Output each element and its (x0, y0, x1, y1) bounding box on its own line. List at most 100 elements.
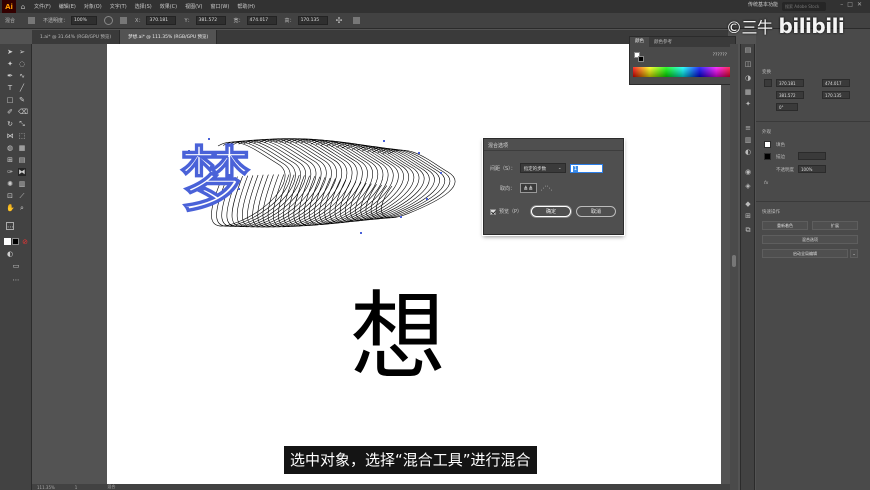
transparency-panel-icon[interactable]: ◐ (744, 148, 752, 156)
none-swatch-icon[interactable]: ⊘ (21, 238, 29, 246)
eraser-tool-icon[interactable]: ⌫ (18, 108, 28, 116)
tab-color-guide[interactable]: 颜色参考 (649, 39, 677, 45)
line-tool-icon[interactable]: ╱ (18, 84, 26, 92)
menu-edit[interactable]: 编辑(E) (55, 3, 80, 10)
artboards-panel-icon[interactable]: ⊞ (744, 212, 752, 220)
color-panel-icon[interactable]: ◑ (744, 74, 752, 82)
more-tools-icon[interactable]: ⋯ (12, 276, 20, 284)
align-to-page-icon[interactable]: ⋔⋔ (520, 183, 538, 193)
perspective-grid-tool-icon[interactable]: ▦ (18, 144, 26, 152)
blend-start-glyph[interactable]: 梦 (179, 137, 250, 221)
graphic-styles-panel-icon[interactable]: ◈ (744, 182, 752, 190)
blend-artwork[interactable]: 梦 (178, 128, 458, 240)
pencil-tool-icon[interactable]: ✎ (18, 96, 26, 104)
stroke-color-swatch[interactable] (638, 56, 644, 62)
selection-tool-icon[interactable]: ➤ (6, 48, 14, 56)
stroke-swatch[interactable] (12, 238, 19, 245)
menu-view[interactable]: 视图(V) (181, 3, 206, 10)
menu-effect[interactable]: 效果(C) (156, 3, 181, 10)
blend-options-button[interactable]: 混合选项 (762, 235, 858, 244)
align-icon[interactable] (120, 17, 128, 24)
gradient-tool-icon[interactable]: ▤ (18, 156, 26, 164)
style-icon[interactable] (104, 16, 114, 25)
hex-value[interactable]: ?????? (713, 53, 727, 58)
arrange-icon[interactable] (353, 17, 361, 24)
zoom-level[interactable]: 111.35% (37, 485, 55, 490)
steps-input[interactable]: 1 (569, 163, 603, 173)
scrollbar-thumb[interactable] (732, 255, 736, 267)
menu-window[interactable]: 窗口(W) (206, 3, 233, 10)
home-icon[interactable]: ⌂ (16, 0, 30, 13)
blend-tool-icon[interactable]: ⧓ (18, 168, 26, 176)
stock-search-input[interactable]: 搜索 Adobe Stock (782, 2, 826, 11)
prop-w-field[interactable]: 474.017 (822, 79, 850, 87)
workspace-switcher[interactable]: 传统基本功能 (748, 1, 778, 8)
window-controls[interactable]: –□✕ (840, 1, 866, 8)
artboard[interactable] (107, 44, 721, 484)
artboard-tool-icon[interactable]: ⊡ (6, 192, 14, 200)
color-spectrum[interactable] (633, 67, 733, 77)
width-tool-icon[interactable]: ⋈ (6, 132, 14, 140)
screen-mode-icon[interactable]: ▭ (12, 262, 20, 270)
prop-y-field[interactable]: 381.572 (776, 91, 804, 99)
properties-panel-icon[interactable]: ▤ (744, 46, 752, 54)
free-transform-tool-icon[interactable]: ⬚ (18, 132, 26, 140)
slice-tool-icon[interactable]: ⟋ (18, 192, 26, 200)
menu-help[interactable]: 帮助(H) (233, 3, 259, 10)
global-edit-button[interactable]: 启动全局编辑 (762, 249, 848, 258)
tab-color[interactable]: 颜色 (630, 37, 649, 47)
hand-tool-icon[interactable]: ✋ (6, 204, 15, 212)
direct-selection-tool-icon[interactable]: ➢ (18, 48, 26, 56)
chevron-down-icon[interactable]: ⌄ (850, 249, 858, 258)
canvas-glyph-xiang[interactable]: 想 (350, 282, 446, 392)
align-to-path-icon[interactable]: ⋰⋱ (539, 183, 554, 193)
swatches-panel-icon[interactable]: ▦ (744, 88, 752, 96)
type-tool-icon[interactable]: T (6, 84, 14, 92)
symbol-sprayer-tool-icon[interactable]: ✺ (6, 180, 14, 188)
mesh-tool-icon[interactable]: ⊞ (6, 156, 14, 164)
tab-document-mengxiang[interactable]: 梦想.ai* @ 111.35% (RGB/GPU 预览) (120, 30, 218, 44)
menu-file[interactable]: 文件(F) (30, 3, 55, 10)
magic-wand-tool-icon[interactable]: ✦ (6, 60, 14, 68)
preview-checkbox[interactable] (490, 208, 496, 215)
vertical-scrollbar[interactable] (730, 44, 738, 490)
spacing-select[interactable]: 指定的步数 ⌄ (519, 163, 566, 173)
prop-h-field[interactable]: 170.135 (822, 91, 850, 99)
prop-angle-field[interactable]: 0° (776, 103, 798, 111)
eyedropper-tool-icon[interactable]: ✑ (6, 168, 14, 176)
h-field[interactable]: 170.135 (297, 16, 328, 25)
rotate-tool-icon[interactable]: ↻ (6, 120, 14, 128)
transform-icon[interactable]: ✣ (336, 16, 343, 25)
column-graph-tool-icon[interactable]: ▥ (18, 180, 26, 188)
artboard-number[interactable]: 1 (75, 485, 78, 490)
scale-tool-icon[interactable]: ⤡ (18, 120, 26, 128)
paintbrush-tool-icon[interactable]: ✐ (6, 108, 14, 116)
menu-object[interactable]: 对象(O) (80, 3, 106, 10)
ok-button[interactable]: 确定 (531, 206, 571, 217)
layers-panel-icon[interactable]: ◆ (744, 200, 752, 208)
fill-swatch[interactable] (4, 238, 11, 245)
libraries-panel-icon[interactable]: ◫ (744, 60, 752, 68)
gradient-panel-icon[interactable]: ▥ (744, 136, 752, 144)
stroke-weight-field[interactable] (798, 152, 826, 160)
opacity-field[interactable]: 100% (71, 16, 98, 25)
edit-toolbar-icon[interactable]: ⋯ (6, 222, 14, 231)
reference-point-icon[interactable] (764, 79, 772, 87)
appearance-panel-icon[interactable]: ◉ (744, 168, 752, 176)
prop-x-field[interactable]: 370.181 (776, 79, 804, 87)
tab-document-1[interactable]: 1.ai* @ 31.64% (RGB/GPU 预览) (32, 30, 121, 44)
fx-icon[interactable]: fx (764, 181, 768, 186)
zoom-tool-icon[interactable]: ⌕ (18, 204, 26, 212)
brushes-panel-icon[interactable]: ✦ (744, 100, 752, 108)
shape-builder-tool-icon[interactable]: ◍ (6, 144, 14, 152)
draw-mode-icon[interactable]: ◐ (6, 250, 14, 258)
lasso-tool-icon[interactable]: ◌ (18, 60, 26, 68)
curvature-tool-icon[interactable]: ∿ (18, 72, 26, 80)
menu-select[interactable]: 选择(S) (131, 3, 156, 10)
recolor-icon[interactable] (28, 17, 36, 24)
menu-type[interactable]: 文字(T) (106, 3, 131, 10)
pen-tool-icon[interactable]: ✒ (6, 72, 14, 80)
x-field[interactable]: 370.181 (146, 16, 177, 25)
recolor-button[interactable]: 重新着色 (762, 221, 808, 230)
rectangle-tool-icon[interactable]: □ (6, 96, 14, 104)
